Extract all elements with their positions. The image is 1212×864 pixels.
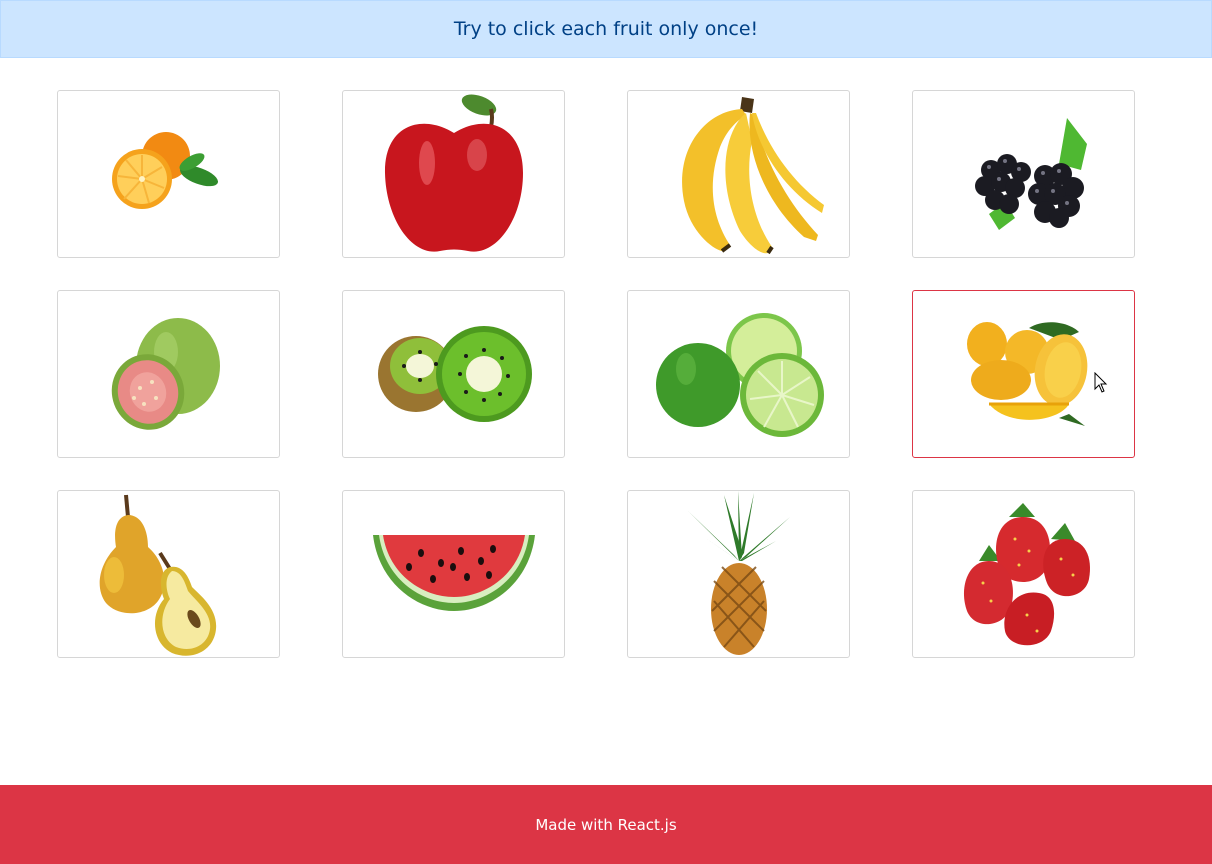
mouse-pointer-icon [1094,372,1108,393]
blackberry-icon [974,118,1087,230]
watermelon-icon [372,535,535,611]
fruit-card-blackberry[interactable] [912,90,1135,258]
orange-icon [111,132,218,209]
footer: Made with React.js [0,785,1212,864]
pineapple-icon [687,491,790,655]
fruit-card-kiwi[interactable] [342,290,565,458]
fruit-card-watermelon[interactable] [342,490,565,658]
strawberry-icon [963,503,1090,646]
banana-icon [681,97,824,255]
fruit-card-strawberry[interactable] [912,490,1135,658]
apple-icon [384,94,523,252]
pear-icon [99,494,216,656]
fruit-card-banana[interactable] [627,90,850,258]
fruit-card-apple[interactable] [342,90,565,258]
lime-icon [655,313,824,437]
fruit-card-lime[interactable] [627,290,850,458]
banner-message: Try to click each fruit only once! [453,18,759,40]
fruit-card-pineapple[interactable] [627,490,850,658]
fruit-card-guava[interactable] [57,290,280,458]
footer-credit: Made with React.js [535,815,677,834]
kiwi-icon [377,326,532,422]
top-banner: Try to click each fruit only once! [0,0,1212,58]
mango-icon [966,322,1087,426]
guava-icon [111,318,220,430]
fruit-card-orange[interactable] [57,90,280,258]
fruit-card-pear[interactable] [57,490,280,658]
